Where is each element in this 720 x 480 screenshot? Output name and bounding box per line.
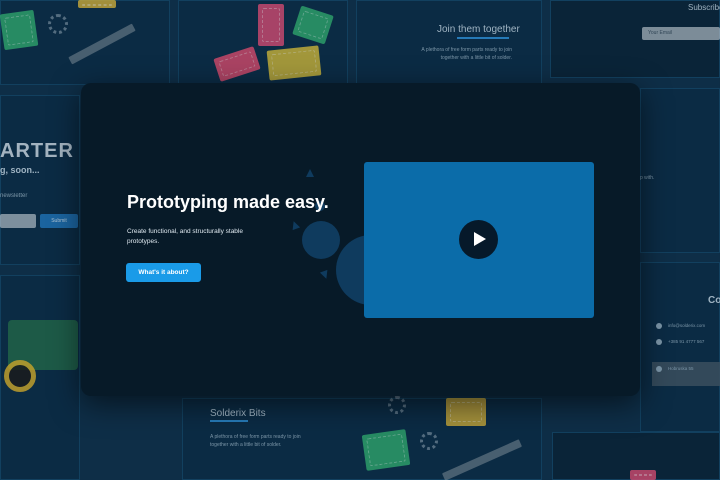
deco-circle-medium [302,221,340,259]
deco-triangle-2 [289,219,301,231]
bg-bits-title: Solderix Bits [210,408,266,419]
bg-contact-email-text: info@solderix.com [668,323,706,329]
bg-contact-address-text: Hobruska 55 [668,366,694,372]
hero-subtitle: Create functional, and structurally stab… [127,228,243,245]
gear-icon [388,396,406,414]
phone-icon [656,339,662,345]
bg-coming-soon-title: ARTER [0,140,74,162]
pcb-board-green-bottom [361,429,411,471]
gear-icon [420,432,438,450]
video-panel[interactable] [364,162,594,318]
pcb-board-yellow-top [266,45,322,81]
whats-it-about-button[interactable]: What's it about? [126,263,201,282]
robot-car-wheel [4,360,36,392]
pcb-board-yellow-bottom [446,398,486,426]
bg-tile-left-middle [0,95,80,265]
bg-bits-text: A plethora of free form parts ready to j… [210,434,301,448]
email-icon [656,323,662,329]
play-button[interactable] [459,220,498,259]
location-icon [656,366,662,372]
bg-contact-heading: Co [708,295,720,306]
gear-icon [48,14,68,34]
bg-tile-right-middle [640,88,720,253]
hero-modal: Prototyping made easy. Create functional… [81,83,640,396]
bg-join-text: A plethora of free form parts ready to j… [421,47,512,61]
pcb-board-small-pink [258,4,284,46]
bg-email-input: Your Email [642,27,720,40]
bg-tile-right-bottom [640,262,720,432]
play-icon [474,232,486,246]
bg-subscribe-title: Subscribe [688,3,720,12]
bg-newsletter-input [0,214,36,228]
bg-contact-phone-text: +385 91 4777 567 [668,339,705,345]
bg-right-snippet: p with. [640,175,655,181]
deco-triangle-1 [306,169,314,177]
bg-newsletter-label: newsletter [0,193,28,199]
bg-bits-underline [210,420,248,422]
bg-contact-email: info@solderix.com [656,323,705,329]
bg-coming-soon-sub: g, soon... [0,165,40,175]
bg-join-title: Join them together [437,24,520,35]
bg-submit-button: Submit [40,214,78,228]
pcb-board-pink-bottom [630,470,656,480]
pcb-board-green [0,9,39,51]
pcb-board-yellow [78,0,116,8]
deco-triangle-3 [319,269,331,281]
bg-contact-address: Hobruska 55 [652,362,720,386]
hero-title: Prototyping made easy. [127,192,329,212]
bg-tile-top-right-content [356,0,542,85]
bg-contact-phone: +385 91 4777 567 [656,339,704,345]
bg-join-underline [457,37,509,39]
